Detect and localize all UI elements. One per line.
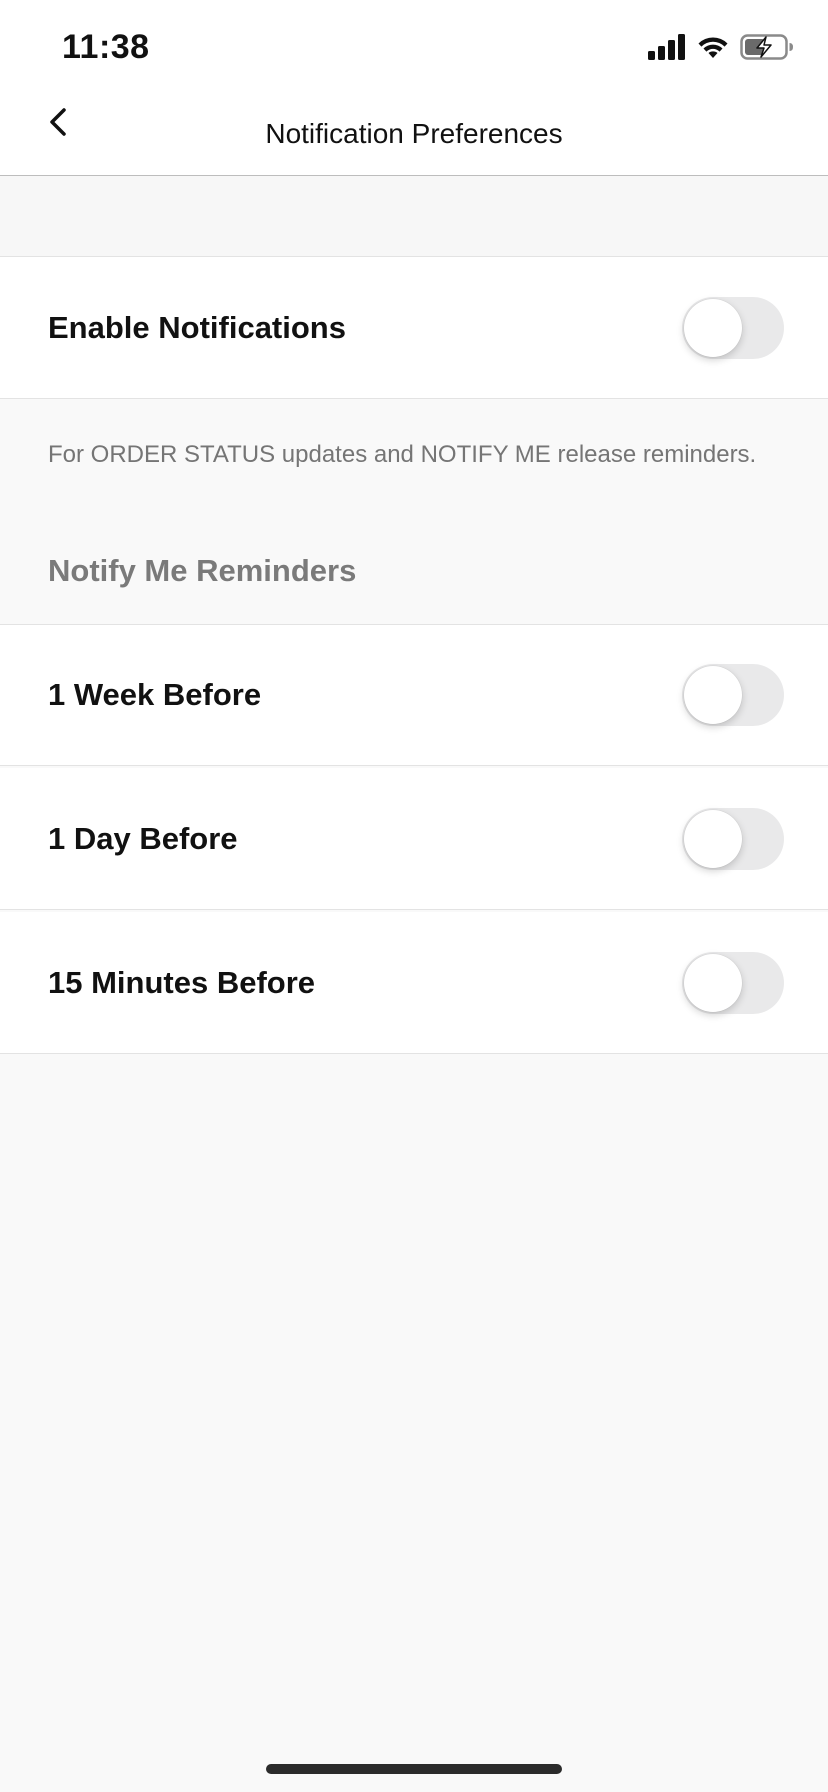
- section-header: Notify Me Reminders: [48, 553, 357, 588]
- helper-text: For ORDER STATUS updates and NOTIFY ME r…: [48, 441, 757, 468]
- reminder-label: 1 Day Before: [48, 820, 238, 856]
- toggle-knob: [684, 666, 742, 724]
- reminder-row-15-minutes: 15 Minutes Before: [0, 912, 828, 1054]
- reminder-row-1-week: 1 Week Before: [0, 624, 828, 766]
- page-title: Notification Preferences: [265, 118, 563, 149]
- reminder-1-week-toggle[interactable]: [682, 664, 784, 726]
- enable-notifications-row: Enable Notifications: [0, 257, 828, 399]
- status-time: 11:38: [62, 28, 150, 66]
- section-spacer: [0, 176, 828, 257]
- reminder-row-1-day: 1 Day Before: [0, 768, 828, 910]
- wifi-icon: [696, 34, 730, 65]
- reminder-1-day-toggle[interactable]: [682, 807, 784, 870]
- home-indicator: [266, 1764, 562, 1774]
- battery-charging-icon: [740, 33, 794, 66]
- toggle-knob: [684, 809, 742, 868]
- enable-notifications-label: Enable Notifications: [48, 309, 346, 345]
- status-bar: 11:38: [0, 0, 828, 88]
- reminder-label: 15 Minutes Before: [48, 964, 316, 1000]
- enable-notifications-toggle[interactable]: [682, 296, 784, 359]
- status-icons: [648, 33, 794, 66]
- signal-icon: [648, 33, 686, 65]
- nav-bar: Notification Preferences: [0, 88, 828, 176]
- reminder-label: 1 Week Before: [48, 677, 262, 712]
- reminder-15-minutes-toggle[interactable]: [682, 951, 784, 1014]
- toggle-knob: [684, 298, 742, 357]
- toggle-knob: [684, 953, 742, 1012]
